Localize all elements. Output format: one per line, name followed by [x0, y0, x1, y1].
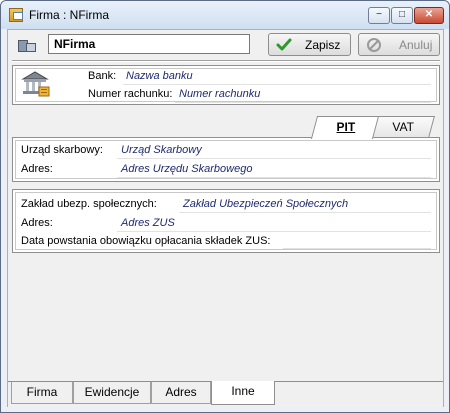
maximize-button[interactable]: □ — [391, 7, 413, 24]
zus-value[interactable]: Zakład Ubezpieczeń Społecznych — [183, 198, 348, 210]
tax-office-line — [117, 158, 431, 159]
tab-inne[interactable]: Inne — [211, 381, 275, 405]
tax-office-value[interactable]: Urząd Skarbowy — [121, 144, 202, 156]
company-name-input[interactable] — [48, 34, 250, 54]
cancel-icon — [367, 38, 381, 52]
zus-group: Zakład ubezp. społecznych: Zakład Ubezpi… — [12, 189, 440, 253]
bank-icon — [21, 71, 50, 97]
tab-vat-label: VAT — [392, 120, 415, 134]
company-window: Firma : NFirma − □ ✕ Zapisz Anuluj — [0, 0, 450, 413]
bank-group: Bank: Nazwa banku Numer rachunku: Numer … — [12, 65, 440, 105]
toolbar-divider — [12, 60, 440, 62]
account-label: Numer rachunku: — [88, 88, 173, 100]
zus-label: Zakład ubezp. społecznych: — [21, 198, 157, 210]
tab-firma[interactable]: Firma — [11, 382, 73, 404]
tab-ewidencje-label: Ewidencje — [84, 385, 140, 399]
tab-ewidencje[interactable]: Ewidencje — [73, 382, 151, 404]
zus-date-line[interactable] — [283, 248, 431, 249]
client-area: Zapisz Anuluj Bank: Naz — [7, 29, 444, 407]
bottom-tab-bar: Firma Ewidencje Adres Inne — [8, 381, 443, 407]
zus-value-line — [179, 212, 431, 213]
building-icon — [18, 37, 38, 53]
close-button[interactable]: ✕ — [414, 7, 444, 24]
tax-office-address-label: Adres: — [21, 163, 53, 175]
cancel-label: Anuluj — [399, 38, 433, 52]
tax-office-group: Urząd skarbowy: Urząd Skarbowy Adres: Ad… — [12, 137, 440, 182]
account-value[interactable]: Numer rachunku — [179, 88, 260, 100]
tab-vat[interactable]: VAT — [371, 116, 435, 138]
tab-inne-label: Inne — [231, 384, 255, 398]
tax-office-address-value[interactable]: Adres Urzędu Skarbowego — [121, 163, 252, 175]
account-value-line — [175, 102, 431, 103]
checkmark-icon — [276, 38, 292, 51]
bank-value-line — [123, 84, 431, 85]
save-button[interactable]: Zapisz — [268, 33, 351, 56]
tab-firma-label: Firma — [26, 385, 58, 399]
zus-address-value[interactable]: Adres ZUS — [121, 217, 175, 229]
tab-pit[interactable]: PIT — [310, 116, 380, 139]
bank-value[interactable]: Nazwa banku — [126, 70, 193, 82]
minimize-button[interactable]: − — [368, 7, 390, 24]
bank-label: Bank: — [88, 70, 117, 82]
tab-adres[interactable]: Adres — [151, 382, 211, 404]
zus-address-line — [117, 231, 431, 232]
save-label: Zapisz — [305, 38, 341, 52]
company-card-icon — [9, 8, 23, 22]
window-title: Firma : NFirma — [29, 8, 109, 22]
tab-adres-label: Adres — [165, 385, 197, 399]
tax-office-address-line — [117, 177, 431, 178]
tab-pit-label: PIT — [336, 120, 355, 134]
tax-office-label: Urząd skarbowy: — [21, 144, 103, 156]
cancel-button[interactable]: Anuluj — [358, 33, 440, 56]
title-bar[interactable]: Firma : NFirma − □ ✕ — [1, 1, 449, 29]
zus-date-label: Data powstania obowiązku opłacania skład… — [21, 235, 271, 247]
zus-address-label: Adres: — [21, 217, 53, 229]
